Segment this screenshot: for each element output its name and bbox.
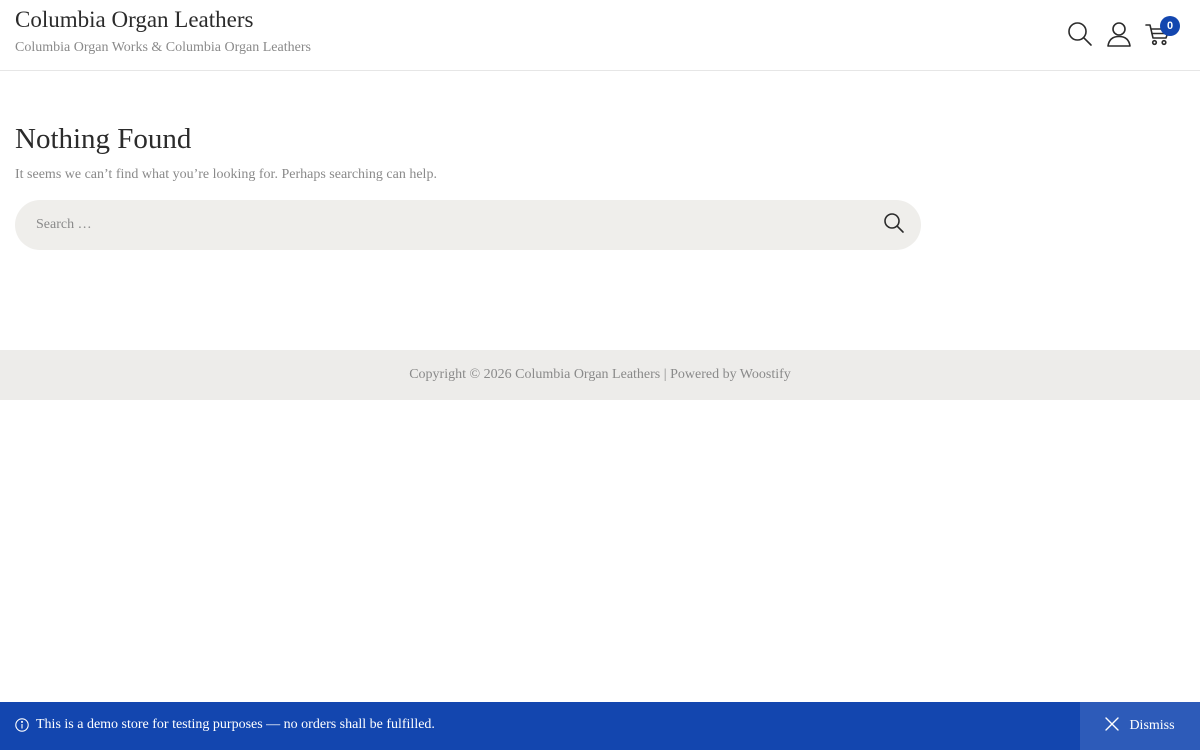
site-footer: Copyright © 2026 Columbia Organ Leathers… (0, 350, 1200, 400)
search-input[interactable] (15, 200, 865, 250)
info-icon (15, 718, 29, 732)
page-title: Nothing Found (15, 123, 192, 155)
cart-count-badge: 0 (1160, 16, 1180, 36)
cart-button[interactable]: 0 (1144, 16, 1180, 48)
search-submit-button[interactable] (881, 212, 907, 238)
dismiss-label: Dismiss (1129, 718, 1175, 733)
dismiss-button[interactable]: Dismiss (1080, 702, 1200, 750)
store-notice: This is a demo store for testing purpose… (0, 702, 1200, 750)
close-icon (1105, 716, 1120, 736)
search-icon (1067, 21, 1093, 47)
copyright-text: Copyright © 2026 Columbia Organ Leathers (409, 367, 661, 382)
header-search-button[interactable] (1066, 20, 1094, 48)
search-icon (883, 212, 905, 239)
site-tagline: Columbia Organ Works & Columbia Organ Le… (15, 40, 311, 55)
powered-by-link[interactable]: Powered by Woostify (670, 367, 791, 383)
footer-separator: | (660, 367, 671, 382)
site-title[interactable]: Columbia Organ Leathers (15, 7, 253, 33)
not-found-message: It seems we can’t find what you’re looki… (15, 167, 437, 182)
store-notice-text: This is a demo store for testing purpose… (36, 717, 435, 732)
account-button[interactable] (1105, 20, 1133, 48)
search-form (15, 200, 921, 250)
site-header: Columbia Organ Leathers Columbia Organ W… (0, 0, 1200, 71)
user-icon (1106, 21, 1132, 47)
